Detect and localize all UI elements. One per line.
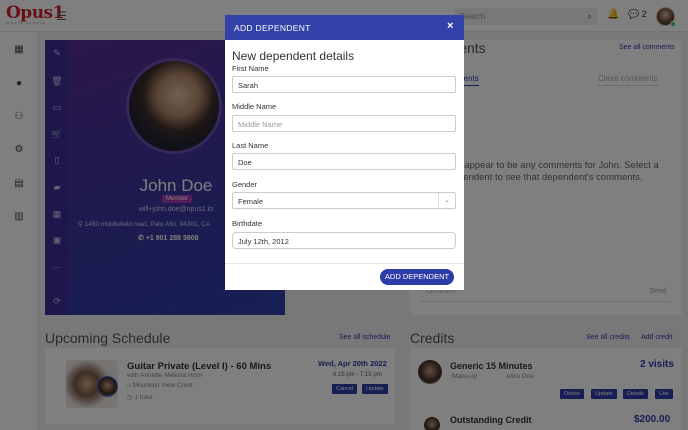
modal-divider [225,263,464,264]
gender-select[interactable]: Female ⌄ [232,192,456,209]
birthdate-label: Birthdate [232,219,263,228]
birthdate-field[interactable]: July 12th, 2012 [232,232,456,249]
close-icon[interactable]: × [447,20,453,32]
chevron-down-icon[interactable]: ⌄ [438,193,455,208]
gender-value: Female [238,197,264,206]
middle-name-field[interactable]: Middle Name [232,115,456,132]
first-name-label: First Name [232,64,269,73]
modal-title: ADD DEPENDENT [234,23,311,33]
add-dependent-modal: ADD DEPENDENT × New dependent details Fi… [225,15,464,290]
last-name-label: Last Name [232,141,269,150]
gender-label: Gender [232,180,258,189]
modal-header: ADD DEPENDENT × [225,15,464,40]
add-dependent-button[interactable]: ADD DEPENDENT [380,269,454,285]
first-name-field[interactable]: Sarah [232,76,456,93]
last-name-field[interactable]: Doe [232,153,456,170]
middle-name-label: Middle Name [232,102,277,111]
modal-heading: New dependent details [232,49,355,63]
